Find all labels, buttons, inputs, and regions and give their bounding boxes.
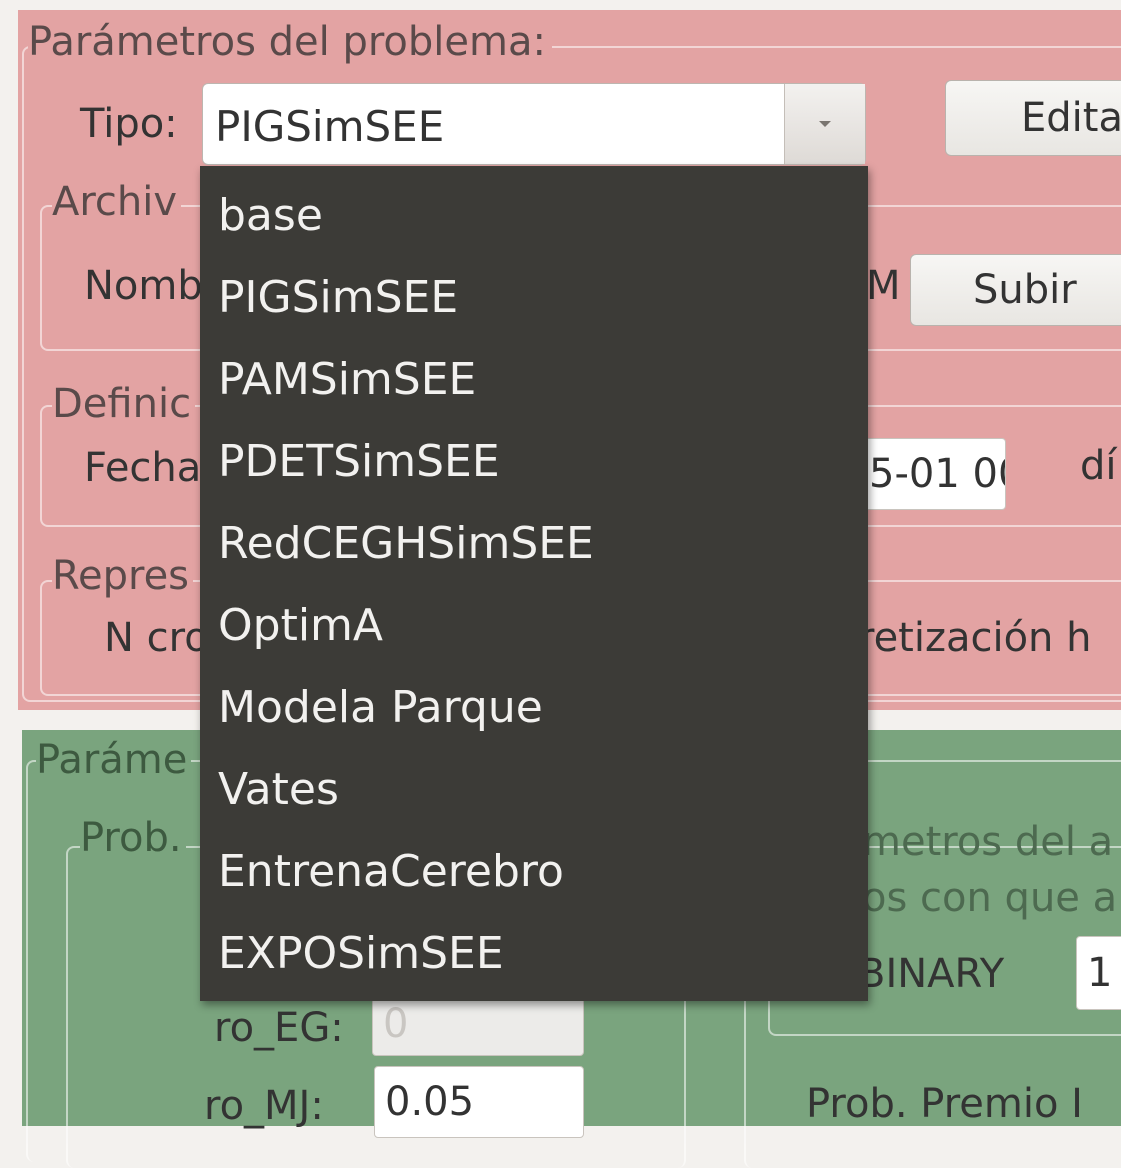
dropdown-item-vates[interactable]: Vates — [218, 768, 339, 812]
dropdown-item-modela-parque[interactable]: Modela Parque — [218, 686, 543, 730]
fecha-input[interactable]: 5-01 00 — [858, 438, 1006, 510]
ro-eg-label: ro_EG: — [214, 1005, 344, 1051]
archivo-legend: Archiv — [52, 182, 182, 222]
nombre-label: Nomb — [84, 263, 203, 309]
ro-mj-value: 0.05 — [385, 1079, 475, 1125]
ro-mj-input[interactable]: 0.05 — [374, 1066, 584, 1138]
dropdown-item-exposimsee[interactable]: EXPOSimSEE — [218, 932, 504, 976]
dropdown-item-pamsimsee[interactable]: PAMSimSEE — [218, 358, 476, 402]
binary-input[interactable]: 1 — [1076, 936, 1121, 1010]
edit-button-label: Edita — [1021, 95, 1121, 141]
ncro-label: N cro — [104, 615, 209, 661]
dropdown-item-base[interactable]: base — [218, 194, 323, 238]
edit-button[interactable]: Edita — [945, 80, 1121, 156]
upload-button-label: Subir — [973, 267, 1077, 313]
dias-label: dí — [1080, 443, 1117, 489]
dropdown-item-redceghsimsee[interactable]: RedCEGHSimSEE — [218, 522, 594, 566]
dropdown-item-pigsimsee[interactable]: PIGSimSEE — [218, 276, 458, 320]
metros-line-2: os con que a — [862, 875, 1118, 921]
ro-eg-input: 0 — [372, 992, 584, 1056]
fecha-input-value: 5-01 00 — [869, 451, 1005, 497]
dropdown-item-optima[interactable]: OptimA — [218, 604, 383, 648]
tipo-dropdown-list: base PIGSimSEE PAMSimSEE PDETSimSEE RedC… — [200, 166, 868, 1001]
binary-value: 1 — [1087, 950, 1113, 996]
problem-params-legend: Parámetros del problema: — [28, 22, 552, 62]
discretizacion-label: retización h — [858, 615, 1092, 661]
tipo-combobox-value: PIGSimSEE — [215, 102, 445, 151]
nombre-field-tail: M — [866, 263, 901, 309]
algorithm-params-legend: Paráme — [36, 740, 192, 780]
binary-label: BINARY — [858, 951, 1005, 997]
ro-eg-value: 0 — [383, 1001, 409, 1047]
ro-mj-label: ro_MJ: — [204, 1083, 324, 1129]
repres-legend: Repres — [52, 556, 194, 596]
metros-line-1: metros del a — [862, 819, 1114, 865]
premio-label: Prob. Premio I — [806, 1081, 1083, 1127]
tipo-label: Tipo: — [80, 101, 178, 147]
prob-legend: Prob. — [80, 818, 186, 858]
fecha-label: Fecha — [84, 445, 202, 491]
upload-button[interactable]: Subir — [910, 254, 1121, 326]
chevron-down-icon[interactable] — [784, 84, 865, 164]
tipo-combobox[interactable]: PIGSimSEE — [202, 83, 866, 165]
definicion-legend: Definic — [52, 384, 196, 424]
dropdown-item-pdetsimsee[interactable]: PDETSimSEE — [218, 440, 500, 484]
dropdown-item-entrenacerebro[interactable]: EntrenaCerebro — [218, 850, 564, 894]
